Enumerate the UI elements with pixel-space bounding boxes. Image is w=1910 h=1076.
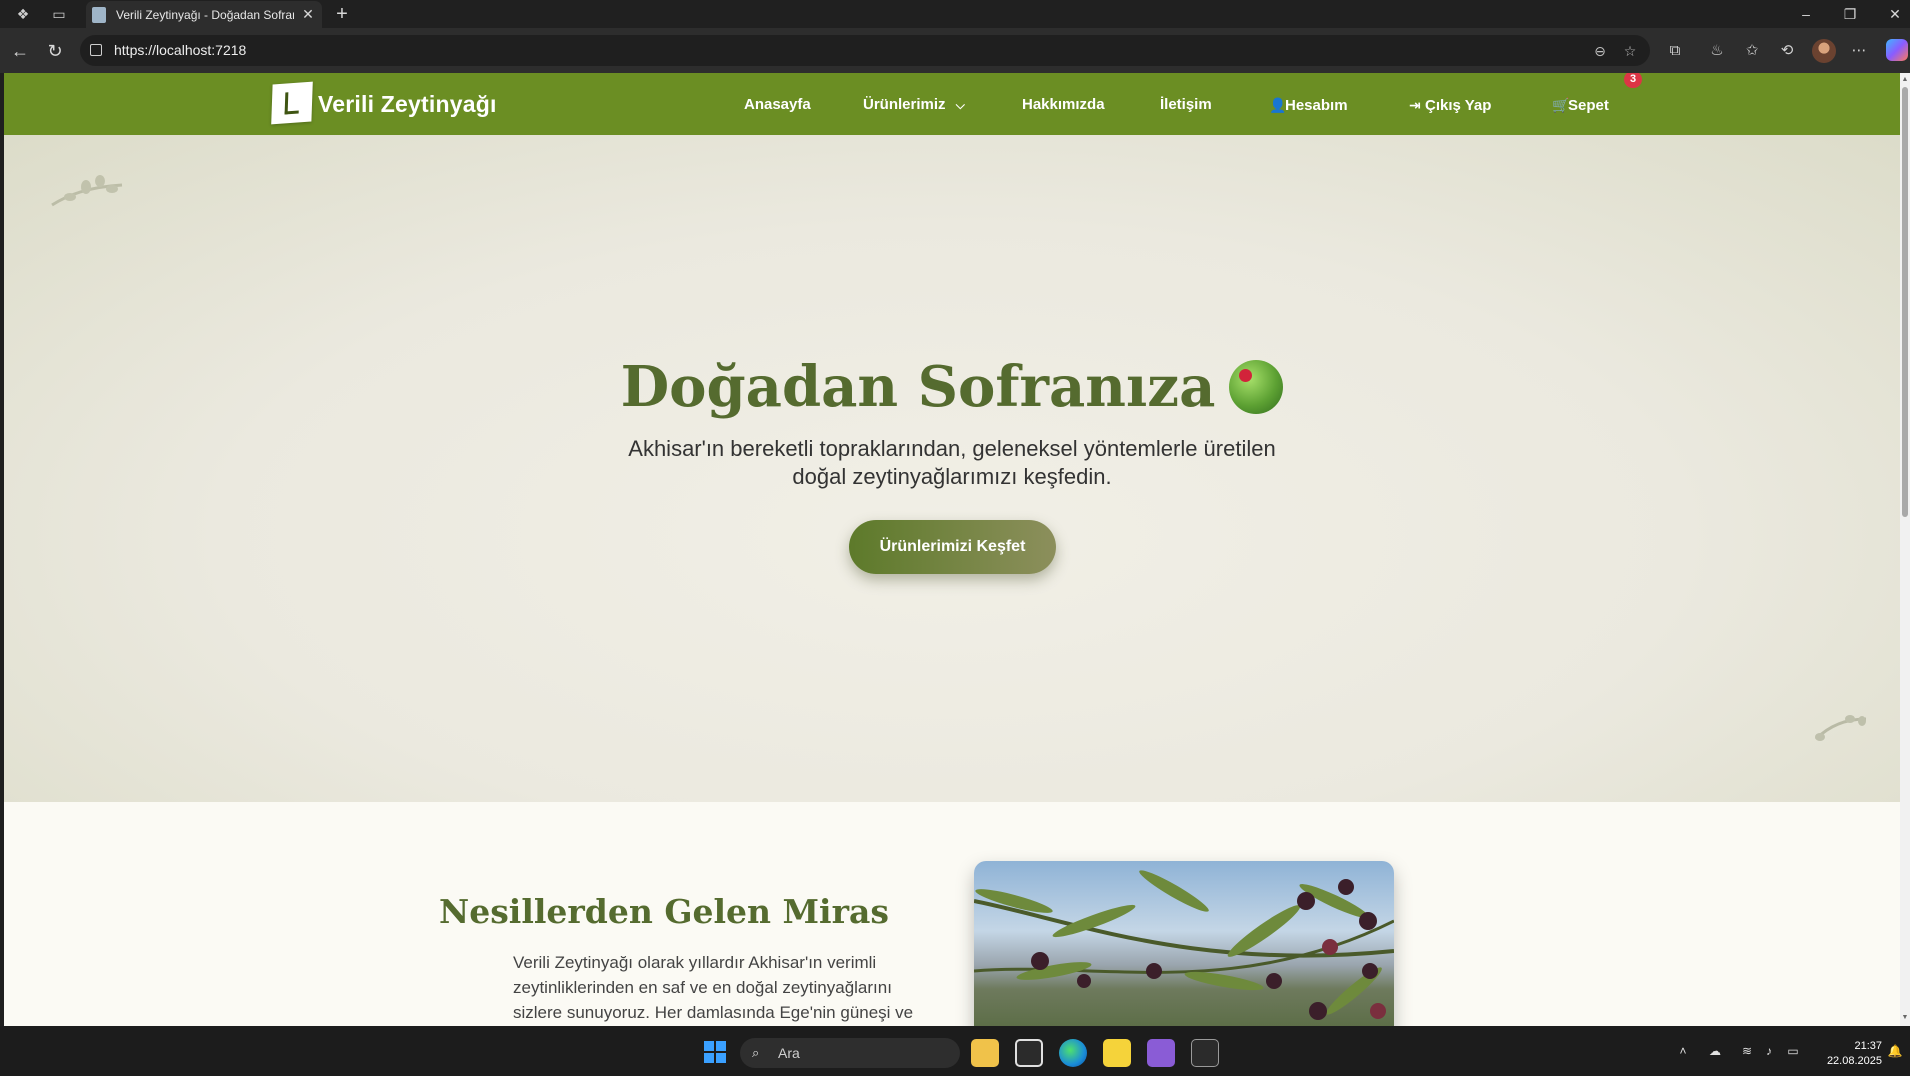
tab-actions-icon[interactable]: ▭ (48, 4, 70, 24)
nav-home-label: Anasayfa (744, 96, 811, 113)
olive-branch-decoration-icon (51, 175, 123, 207)
refresh-icon[interactable]: ↻ (43, 39, 67, 63)
lock-icon[interactable] (90, 44, 102, 56)
nav-logout-link[interactable]: ⇥ Çıkış Yap (1409, 95, 1491, 115)
nav-about-link[interactable]: Hakkımızda (1022, 95, 1105, 115)
battery-icon[interactable]: ▭ (1784, 1042, 1802, 1060)
cart-count-badge: 3 (1624, 73, 1642, 88)
history-icon[interactable]: ⟲ (1776, 40, 1798, 62)
heritage-paragraph: Verili Zeytinyağı olarak yıllardır Akhis… (513, 953, 914, 1022)
explore-products-button[interactable]: Ürünlerimizi Keşfet (849, 520, 1056, 574)
close-tab-icon[interactable]: ✕ (300, 6, 316, 22)
back-arrow-icon[interactable]: ← (8, 39, 32, 63)
extensions-icon[interactable]: ⧉ (1664, 40, 1686, 62)
search-placeholder: Ara (778, 1045, 800, 1061)
hero-title-text: Doğadan Sofranıza (620, 354, 1216, 420)
notifications-icon[interactable]: 🔔 (1886, 1042, 1904, 1060)
clock-time: 21:37 (1854, 1040, 1882, 1052)
url-text[interactable]: https://localhost:7218 (114, 42, 246, 59)
user-icon: 👤 (1269, 97, 1287, 113)
nav-products-dropdown[interactable]: Ürünlerimiz ⌵ (863, 95, 965, 115)
hero-section: Doğadan Sofranıza Akhisar'ın bereketli t… (4, 135, 1900, 802)
scroll-up-icon[interactable]: ▲ (1900, 75, 1910, 85)
tab-title: Verili Zeytinyağı - Doğadan Sofranıza (116, 8, 294, 22)
browser-tab-active[interactable]: Verili Zeytinyağı - Doğadan Sofranıza ✕ (86, 1, 322, 28)
windows-start-icon[interactable] (704, 1041, 726, 1063)
page-viewport: Verili Zeytinyağı Anasayfa Ürünlerimiz ⌵… (4, 73, 1900, 1026)
edge-browser-icon[interactable] (1059, 1039, 1087, 1067)
scroll-thumb[interactable] (1902, 87, 1908, 517)
performance-icon[interactable]: ♨ (1706, 40, 1728, 62)
logout-icon: ⇥ (1409, 97, 1421, 113)
favorites-icon[interactable]: ✩ (1741, 40, 1763, 62)
scroll-down-icon[interactable]: ▼ (1900, 1013, 1910, 1023)
olive-icon (1229, 360, 1284, 415)
taskbar-clock[interactable]: 21:37 22.08.2025 (1812, 1039, 1882, 1069)
terminal-icon[interactable] (1191, 1039, 1219, 1067)
nav-cart-link[interactable]: 🛒Sepet (1552, 95, 1609, 115)
volume-icon[interactable]: ♪ (1760, 1042, 1778, 1060)
taskbar-search[interactable]: ⌕ Ara (740, 1038, 960, 1068)
minimize-icon[interactable]: – (1791, 4, 1821, 24)
nav-about-label: Hakkımızda (1022, 96, 1105, 113)
onedrive-icon[interactable]: ☁ (1706, 1042, 1724, 1060)
brand-name[interactable]: Verili Zeytinyağı (318, 90, 497, 118)
nav-home-link[interactable]: Anasayfa (744, 95, 811, 115)
nav-account-label: Hesabım (1285, 97, 1348, 114)
olive-branch-decoration-icon (1814, 715, 1867, 741)
restore-icon[interactable]: ❐ (1835, 4, 1865, 24)
visual-studio-icon[interactable] (1147, 1039, 1175, 1067)
vivaldi-app-icon[interactable] (1015, 1039, 1043, 1067)
nav-logout-label: Çıkış Yap (1425, 97, 1492, 114)
chevron-down-icon: ⌵ (955, 98, 965, 112)
olive-branch-photo (974, 861, 1394, 1026)
cart-icon: 🛒 (1552, 97, 1570, 113)
close-window-icon[interactable]: ✕ (1880, 4, 1910, 24)
page-favicon-icon (92, 7, 106, 23)
nav-contact-label: İletişim (1160, 96, 1212, 113)
olive-branch-image (974, 870, 1394, 1020)
nav-account-link[interactable]: 👤Hesabım (1269, 95, 1348, 115)
address-bar[interactable]: https://localhost:7218 ⊖ ☆ (80, 35, 1650, 66)
profile-avatar[interactable] (1812, 39, 1836, 63)
search-icon: ⌕ (752, 1045, 760, 1060)
nav-products-label: Ürünlerimiz (863, 96, 946, 113)
windows-taskbar: ⌕ Ara ˄ ☁ ≋ ♪ ▭ 21:37 22.08.2025 🔔 (0, 1026, 1910, 1076)
page-scrollbar[interactable]: ▲ ▼ (1900, 73, 1910, 1026)
file-explorer-icon[interactable] (971, 1039, 999, 1067)
sticky-notes-icon[interactable] (1103, 1039, 1131, 1067)
site-navbar: Verili Zeytinyağı Anasayfa Ürünlerimiz ⌵… (4, 73, 1900, 135)
hero-title: Doğadan Sofranıza (4, 353, 1900, 421)
logo-icon[interactable] (271, 81, 313, 125)
zoom-icon[interactable]: ⊖ (1590, 41, 1610, 61)
heritage-heading: Nesillerden Gelen Miras (439, 892, 889, 931)
tray-overflow-icon[interactable]: ˄ (1674, 1042, 1692, 1060)
new-tab-button[interactable]: + (330, 2, 354, 26)
nav-cart-label: Sepet (1568, 97, 1609, 114)
nav-contact-link[interactable]: İletişim (1160, 95, 1212, 115)
more-options-icon[interactable]: ⋯ (1848, 40, 1870, 62)
favorite-star-icon[interactable]: ☆ (1620, 41, 1640, 61)
browser-tab-bar: ❖ ▭ Verili Zeytinyağı - Doğadan Sofranız… (0, 0, 1910, 28)
workspaces-icon[interactable]: ❖ (12, 4, 34, 24)
clock-date: 22.08.2025 (1826, 1055, 1882, 1067)
browser-toolbar: ← ↻ https://localhost:7218 ⊖ ☆ ⧉ ♨ ✩ ⟲ ⋯ (0, 28, 1910, 73)
copilot-icon[interactable] (1886, 39, 1908, 61)
wifi-icon[interactable]: ≋ (1738, 1042, 1756, 1060)
hero-subtitle: Akhisar'ın bereketli topraklarından, gel… (628, 436, 1276, 489)
